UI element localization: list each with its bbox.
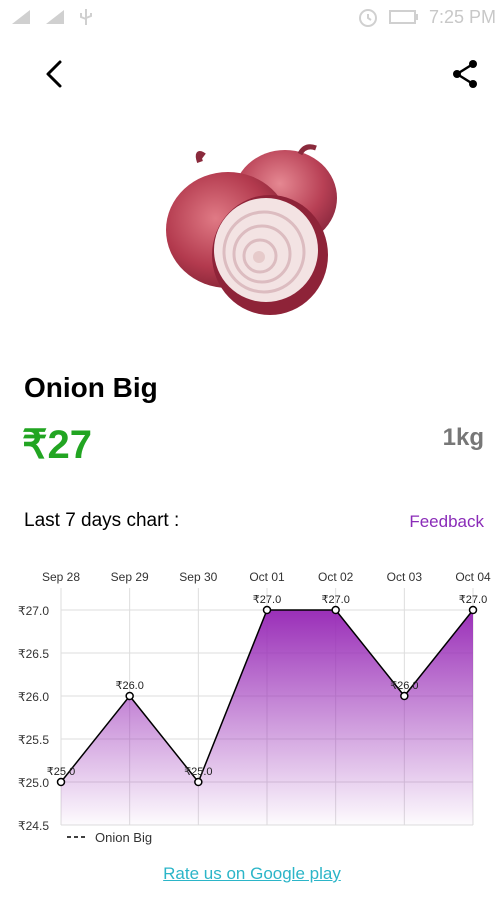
back-arrow-icon bbox=[46, 60, 62, 88]
data-label: ₹25.0 bbox=[184, 766, 212, 778]
x-tick-label: Sep 29 bbox=[111, 570, 149, 584]
product-unit: 1kg bbox=[442, 424, 484, 451]
y-tick-label: ₹26.5 bbox=[18, 647, 49, 661]
data-point bbox=[468, 605, 478, 615]
signal-icon-2 bbox=[46, 10, 64, 24]
share-button[interactable] bbox=[448, 56, 488, 96]
status-bar: 7:25 PM bbox=[0, 0, 504, 36]
data-point bbox=[125, 691, 134, 701]
data-label: ₹27.0 bbox=[253, 594, 281, 606]
alarm-icon bbox=[358, 9, 377, 27]
data-point bbox=[331, 605, 340, 615]
x-tick-label: Oct 03 bbox=[387, 570, 423, 584]
data-label: ₹27.0 bbox=[459, 594, 487, 606]
status-time: 7:25 PM bbox=[428, 6, 496, 27]
data-label: ₹27.0 bbox=[321, 594, 349, 606]
data-point bbox=[56, 777, 66, 787]
x-tick-label: Sep 28 bbox=[42, 570, 80, 584]
x-tick-label: Oct 04 bbox=[455, 570, 491, 584]
y-tick-label: ₹25.0 bbox=[18, 776, 49, 790]
battery-icon bbox=[388, 10, 418, 24]
y-tick-label: ₹26.0 bbox=[18, 690, 49, 704]
y-tick-label: ₹24.5 bbox=[18, 819, 49, 833]
feedback-link[interactable]: Feedback bbox=[409, 512, 484, 532]
legend-label: Onion Big bbox=[95, 830, 152, 845]
data-label: ₹26.0 bbox=[115, 680, 143, 692]
data-label: ₹25.0 bbox=[47, 766, 75, 778]
signal-icon bbox=[12, 10, 30, 24]
y-tick-label: ₹27.0 bbox=[18, 604, 49, 618]
data-point bbox=[400, 691, 409, 701]
data-label: ₹26.0 bbox=[390, 680, 418, 692]
rate-us-link[interactable]: Rate us on Google play bbox=[0, 864, 504, 884]
chart-label: Last 7 days chart : bbox=[24, 510, 180, 531]
back-button[interactable] bbox=[36, 56, 76, 96]
y-tick-label: ₹25.5 bbox=[18, 733, 49, 747]
product-name: Onion Big bbox=[24, 372, 158, 403]
status-icons-right: 7:25 PM bbox=[357, 6, 496, 28]
status-icons-left bbox=[10, 8, 94, 26]
price-chart: ₹24.5 ₹25.0 ₹25.5 ₹26.0 ₹26.5 ₹27.0 Sep 28 Sep … bbox=[18, 570, 491, 845]
share-icon bbox=[453, 60, 477, 88]
usb-icon bbox=[80, 9, 92, 25]
series-area bbox=[61, 610, 473, 825]
x-tick-label: Oct 01 bbox=[249, 570, 285, 584]
product-image bbox=[166, 144, 337, 315]
data-point bbox=[194, 777, 203, 787]
data-point bbox=[262, 605, 272, 615]
product-price: ₹27 bbox=[22, 423, 92, 467]
x-tick-label: Sep 30 bbox=[179, 570, 217, 584]
x-tick-label: Oct 02 bbox=[318, 570, 354, 584]
